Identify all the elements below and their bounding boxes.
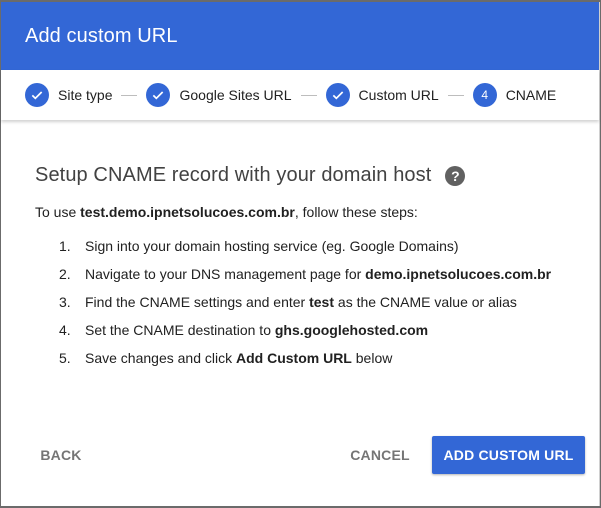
- intro-after: , follow these steps:: [294, 204, 418, 220]
- step-label: Custom URL: [358, 87, 439, 103]
- section-heading: Setup CNAME record with your domain host: [35, 164, 432, 186]
- stepper: Site type Google Sites URL Custom URL 4 …: [1, 70, 599, 120]
- step-text-part: Set the CNAME destination to: [85, 322, 275, 338]
- dialog-footer: BACK CANCEL ADD CUSTOM URL: [1, 436, 599, 474]
- instruction-step: 1. Sign into your domain hosting service …: [59, 232, 565, 260]
- step-number: 1.: [59, 238, 71, 254]
- step-text-bold: test: [309, 294, 335, 310]
- check-icon: [146, 83, 171, 107]
- intro-text: To use test.demo.ipnetsolucoes.com.br, f…: [35, 204, 565, 220]
- step-text-bold: Add Custom URL: [235, 350, 352, 366]
- step-connector: [121, 94, 138, 96]
- help-icon[interactable]: ?: [445, 165, 466, 186]
- intro-domain: test.demo.ipnetsolucoes.com.br: [80, 204, 295, 220]
- step-cname: 4 CNAME: [472, 83, 557, 107]
- step-connector: [447, 94, 464, 96]
- step-google-sites-url[interactable]: Google Sites URL: [146, 83, 292, 107]
- step-number: 2.: [59, 266, 71, 282]
- step-connector: [300, 94, 317, 96]
- step-text-part: as the CNAME value or alias: [334, 294, 517, 310]
- step-number: 3.: [59, 294, 71, 310]
- step-custom-url[interactable]: Custom URL: [325, 83, 439, 107]
- dialog-title: Add custom URL: [25, 24, 178, 47]
- step-number-badge: 4: [472, 83, 497, 107]
- intro-before: To use: [35, 204, 81, 220]
- instruction-step: 5. Save changes and click Add Custom URL …: [59, 344, 565, 372]
- step-label: Google Sites URL: [179, 87, 292, 103]
- check-icon: [325, 83, 350, 107]
- step-text-bold: ghs.googlehosted.com: [274, 322, 429, 338]
- heading-row: Setup CNAME record with your domain host…: [35, 164, 565, 187]
- step-text-part: below: [351, 350, 393, 366]
- step-text: Find the CNAME settings and enter test a…: [85, 288, 517, 316]
- step-text-part: Sign into your domain hosting service (e…: [85, 238, 459, 254]
- dialog-header: Add custom URL: [1, 2, 599, 70]
- instructions-list: 1. Sign into your domain hosting service …: [35, 232, 565, 372]
- instruction-step: 3. Find the CNAME settings and enter test…: [59, 288, 565, 316]
- add-custom-url-button[interactable]: ADD CUSTOM URL: [432, 436, 585, 474]
- dialog-content: Setup CNAME record with your domain host…: [1, 164, 599, 372]
- cancel-button[interactable]: CANCEL: [341, 436, 419, 474]
- step-site-type[interactable]: Site type: [25, 83, 112, 107]
- step-text-bold: demo.ipnetsolucoes.com.br: [365, 266, 552, 282]
- step-text: Save changes and click Add Custom URL be…: [85, 344, 392, 372]
- step-number: 4.: [59, 322, 71, 338]
- check-icon: [25, 83, 49, 107]
- step-label: Site type: [58, 87, 113, 103]
- instruction-step: 4. Set the CNAME destination to ghs.googl…: [59, 316, 565, 344]
- instruction-step: 2. Navigate to your DNS management page f…: [59, 260, 565, 288]
- step-label: CNAME: [505, 87, 557, 103]
- step-text: Navigate to your DNS management page for…: [85, 260, 551, 288]
- step-text: Sign into your domain hosting service (e…: [85, 232, 459, 260]
- step-text-part: Navigate to your DNS management page for: [85, 266, 366, 282]
- step-text-part: Find the CNAME settings and enter: [85, 294, 310, 310]
- back-button[interactable]: BACK: [25, 436, 97, 474]
- step-text-part: Save changes and click: [85, 350, 236, 366]
- step-number: 5.: [59, 350, 71, 366]
- add-custom-url-dialog: Add custom URL Site type Google Sites UR…: [1, 2, 600, 506]
- step-text: Set the CNAME destination to ghs.googleh…: [85, 316, 428, 344]
